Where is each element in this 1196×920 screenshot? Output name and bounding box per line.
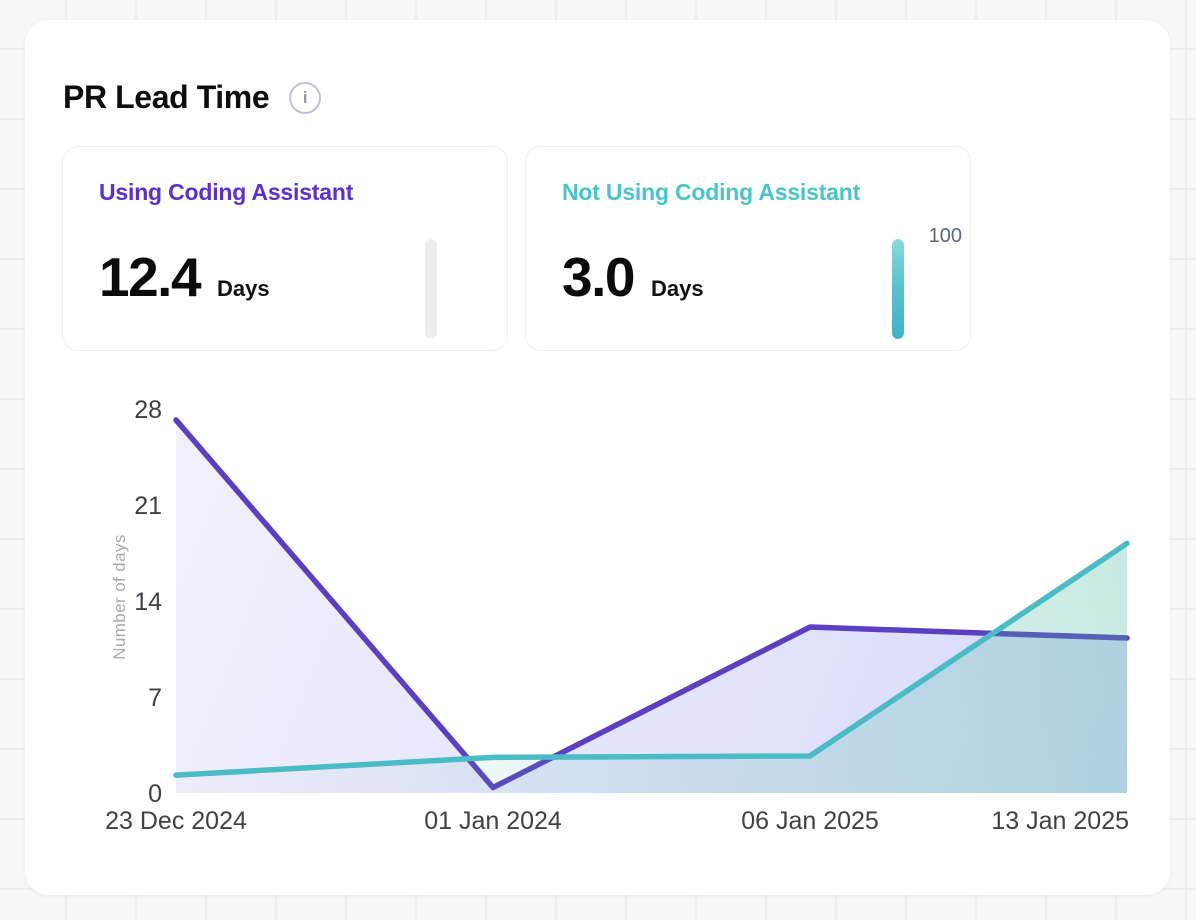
y-axis-tick: 7 [148, 684, 162, 712]
gauge-value-label: 100 [929, 225, 962, 248]
y-axis-tick: 14 [134, 588, 162, 616]
x-axis-label: 01 Jan 2024 [424, 807, 562, 835]
y-axis-tick: 21 [134, 492, 162, 520]
stat-value-using-assistant: 12.4 [99, 250, 200, 305]
y-axis-tick: 28 [134, 396, 162, 424]
x-axis-label: 13 Jan 2025 [991, 807, 1129, 835]
stat-unit-label: Days [217, 276, 270, 302]
y-axis-title: Number of days [110, 534, 129, 660]
info-icon-glyph: i [303, 89, 308, 106]
gauge-bar-filled [892, 239, 904, 339]
gauge-bar-empty [425, 239, 437, 339]
stat-value-not-using-assistant: 3.0 [562, 250, 634, 305]
stat-card-not-using-assistant: Not Using Coding Assistant 3.0 Days 100 [525, 146, 971, 351]
stat-label-not-using-assistant: Not Using Coding Assistant [562, 179, 934, 206]
pr-lead-time-card: PR Lead Time i Using Coding Assistant 12… [25, 20, 1170, 895]
page-title: PR Lead Time [63, 80, 269, 115]
stat-card-using-assistant: Using Coding Assistant 12.4 Days [62, 146, 508, 351]
stat-label-using-assistant: Using Coding Assistant [99, 179, 471, 206]
lead-time-area-chart: 0 7 14 21 28 23 Dec 2024 01 Jan 2024 06 Jan 202… [25, 370, 1170, 840]
stats-row: Using Coding Assistant 12.4 Days Not Usi… [62, 146, 971, 351]
x-axis-label: 23 Dec 2024 [105, 807, 247, 835]
y-axis-tick: 0 [148, 780, 162, 808]
stat-value-row: 12.4 Days [99, 250, 471, 305]
info-icon[interactable]: i [289, 82, 321, 114]
x-axis-label: 06 Jan 2025 [741, 807, 879, 835]
card-header: PR Lead Time i [63, 80, 321, 115]
stat-unit-label: Days [651, 276, 704, 302]
stat-value-row: 3.0 Days [562, 250, 934, 305]
